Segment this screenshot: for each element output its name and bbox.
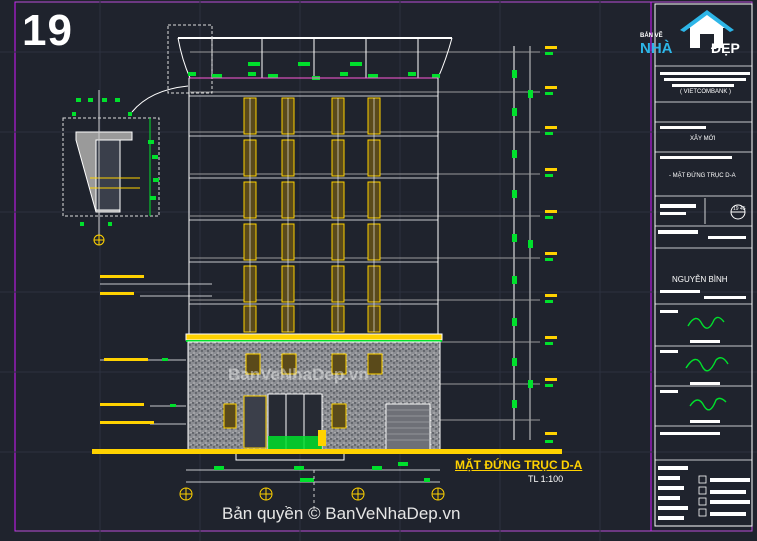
copyright-watermark: Bản quyền © BanVeNhaDep.vn: [222, 504, 461, 523]
signature-2: [685, 357, 729, 372]
elevation-drawing: [0, 0, 757, 541]
building-elevation: [92, 24, 562, 461]
logo-text-top: BẢN VẼ: [640, 33, 663, 39]
axis-grid-bubbles: [179, 462, 445, 510]
elevation-scale: TL 1:100: [528, 474, 564, 484]
watermark-center: BanVeNhaDep.vn: [228, 365, 369, 384]
project-subtitle: ( VIETCOMBANK ): [680, 89, 732, 95]
signature-1: [687, 316, 725, 329]
signature-3: [689, 397, 727, 411]
logo-text-nha: NHÀ: [640, 40, 673, 57]
work-type: XÂY MỚI: [690, 136, 716, 142]
title-block: [654, 3, 753, 527]
sheet-badge: 19 45: [733, 206, 746, 212]
designer-name: NGUYỄN BÌNH: [672, 275, 728, 284]
logo-text-dep: ĐẸP: [711, 40, 740, 56]
drawing-name: - MẶT ĐỨNG TRỤC D-A: [669, 173, 736, 179]
elevation-title: MẶT ĐỨNG TRỤC D-A: [455, 458, 583, 472]
canopy-detail: [62, 85, 189, 246]
tower-windows: [243, 97, 381, 333]
sheet-number: 19: [22, 6, 73, 55]
cad-drawing-view: 19 BẢN VẼ NHÀ ĐẸP ( VIETCOMBANK ) XÂY MỚ…: [0, 0, 757, 541]
